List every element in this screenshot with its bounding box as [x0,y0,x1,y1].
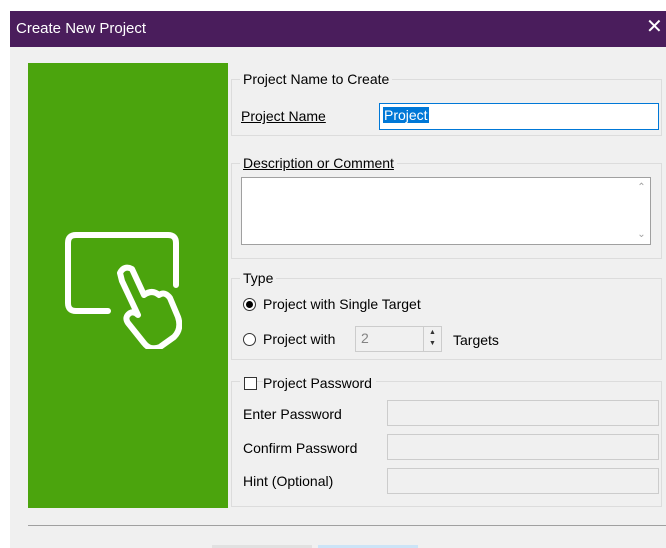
confirm-password-label: Confirm Password [243,440,358,456]
multi-target-label[interactable]: Project with [263,331,335,347]
dialog-body: Project Name to Create Project Name Proj… [10,47,666,548]
project-name-value: Project [383,107,429,123]
touch-screen-icon [65,232,182,349]
hint-label: Hint (Optional) [243,473,334,489]
multi-target-radio[interactable] [243,333,256,346]
project-password-checkbox[interactable] [244,377,257,390]
title-bar: Create New Project ✕ [10,11,666,47]
hint-input[interactable] [387,468,659,494]
description-textarea[interactable]: ⌃ ⌄ [241,177,651,245]
window-title: Create New Project [16,20,147,37]
confirm-password-input[interactable] [387,434,659,460]
scroll-up-icon[interactable]: ⌃ [633,182,650,193]
targets-stepper[interactable]: 2 ▲ ▼ [355,326,442,352]
project-name-legend: Project Name to Create [243,71,390,87]
close-icon[interactable]: ✕ [646,14,666,39]
description-legend: Description or Comment [243,155,394,171]
project-name-label: Project Name [241,108,326,124]
stepper-arrows-icon[interactable]: ▲ ▼ [423,327,441,351]
targets-suffix-label: Targets [453,332,499,348]
description-scrollbar[interactable]: ⌃ ⌄ [633,178,650,244]
illustration-panel [28,63,228,508]
scroll-down-icon[interactable]: ⌄ [633,229,650,240]
project-password-label[interactable]: Project Password [263,375,376,391]
enter-password-label: Enter Password [243,406,342,422]
divider [28,525,666,526]
enter-password-input[interactable] [387,400,659,426]
single-target-label[interactable]: Project with Single Target [263,296,421,312]
single-target-radio[interactable] [243,298,256,311]
project-name-input[interactable]: Project [379,103,659,130]
type-legend: Type [243,270,274,286]
targets-value: 2 [361,330,369,346]
